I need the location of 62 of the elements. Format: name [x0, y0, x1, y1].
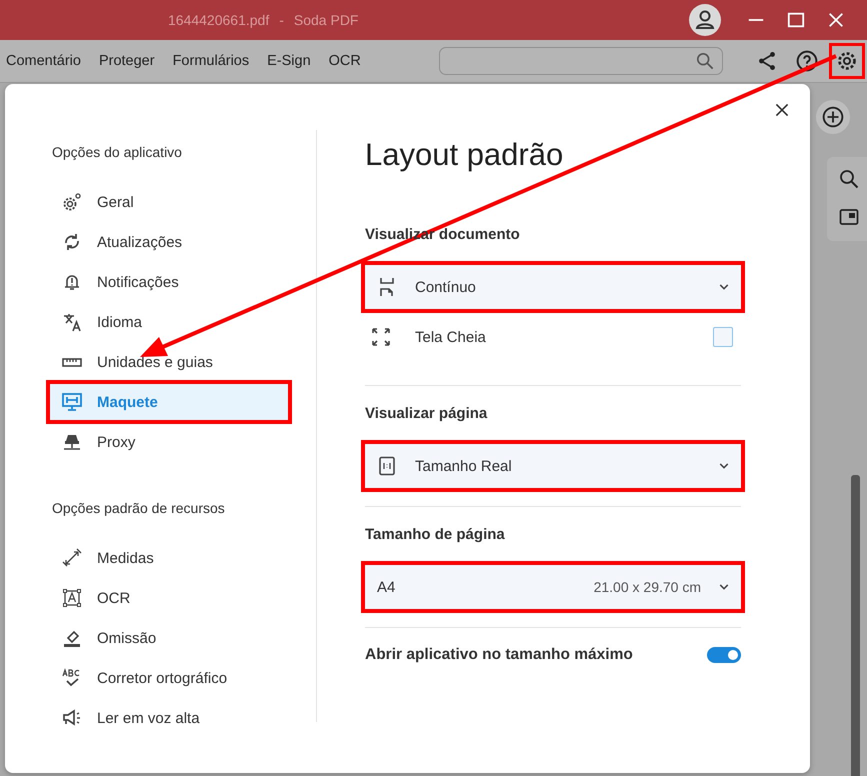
continuous-pages-icon [377, 277, 397, 297]
maximize-icon[interactable] [787, 11, 805, 29]
option-label: Tela Cheia [415, 328, 487, 346]
settings-button[interactable] [829, 43, 865, 79]
chevron-icon [719, 462, 729, 470]
dialog-title: Layout padrão [365, 136, 564, 174]
search-icon [696, 52, 714, 70]
sidebar-item[interactable]: Atualizações [48, 222, 290, 262]
section-heading: Visualizar página [365, 404, 488, 424]
title-separator: - [279, 12, 284, 28]
sidebar-item[interactable]: Medidas [48, 538, 290, 578]
monitor-icon [62, 392, 82, 412]
plus-icon [822, 106, 844, 128]
sidebar-item[interactable]: Notificações [48, 262, 290, 302]
dropdown[interactable]: A4 21.00 x 29.70 cm [365, 565, 741, 609]
group-heading: Opções padrão de recursos [51, 499, 226, 518]
settings-icon [836, 50, 858, 72]
dropdown[interactable]: Contínuo [365, 265, 741, 309]
spellcheck-icon [62, 668, 82, 688]
app-name: Soda PDF [294, 12, 358, 28]
dropdown[interactable]: Tamanho Real [365, 444, 741, 488]
scrollbar[interactable] [851, 475, 860, 776]
section-heading: Tamanho de página [365, 525, 506, 545]
actual-size-icon [377, 456, 397, 476]
translate-icon [62, 312, 82, 332]
sidebar-item[interactable]: Geral [48, 182, 290, 222]
menu-item[interactable]: E-Sign [267, 53, 311, 69]
measure-icon [62, 548, 82, 568]
chevron-icon [719, 583, 729, 591]
sidebar-item[interactable]: Ler em voz alta [48, 698, 290, 738]
group-heading: Opções do aplicativo [51, 143, 183, 162]
sidebar-item[interactable]: Proxy [48, 422, 290, 462]
menu-item[interactable]: Proteger [98, 53, 155, 69]
chevron-icon [719, 283, 729, 291]
sidebar-item[interactable]: Idioma [48, 302, 290, 342]
avatar-icon[interactable] [689, 4, 721, 36]
eraser-icon [62, 628, 82, 648]
menu-item[interactable]: Comentário [6, 53, 81, 69]
sidebar-item[interactable]: Omissão [48, 618, 290, 658]
menu-item[interactable]: Formulários [172, 53, 250, 69]
toggle-switch[interactable] [707, 647, 741, 663]
sidebar-item[interactable]: Unidades e guias [48, 342, 290, 382]
proxy-icon [62, 432, 82, 452]
fullscreen-icon [371, 327, 391, 347]
close-icon[interactable] [774, 102, 790, 118]
share-icon [756, 50, 778, 72]
checkbox[interactable] [713, 327, 733, 347]
option-label: Abrir aplicativo no tamanho máximo [365, 646, 633, 664]
menu-item[interactable]: OCR [328, 53, 361, 69]
gear-icon [62, 192, 82, 212]
bell-icon [62, 272, 82, 292]
refresh-icon [62, 232, 82, 252]
ocr-icon [62, 588, 82, 608]
megaphone-icon [62, 708, 82, 728]
search-icon[interactable] [839, 169, 859, 189]
file-name: 1644420661.pdf [168, 12, 270, 28]
add-button[interactable] [816, 100, 850, 134]
help-icon [796, 50, 818, 72]
search-field[interactable] [439, 47, 723, 75]
panel-icon[interactable] [839, 207, 859, 227]
sidebar-item[interactable]: OCR [48, 578, 290, 618]
sidebar-item[interactable]: Corretor ortográfico [48, 658, 290, 698]
